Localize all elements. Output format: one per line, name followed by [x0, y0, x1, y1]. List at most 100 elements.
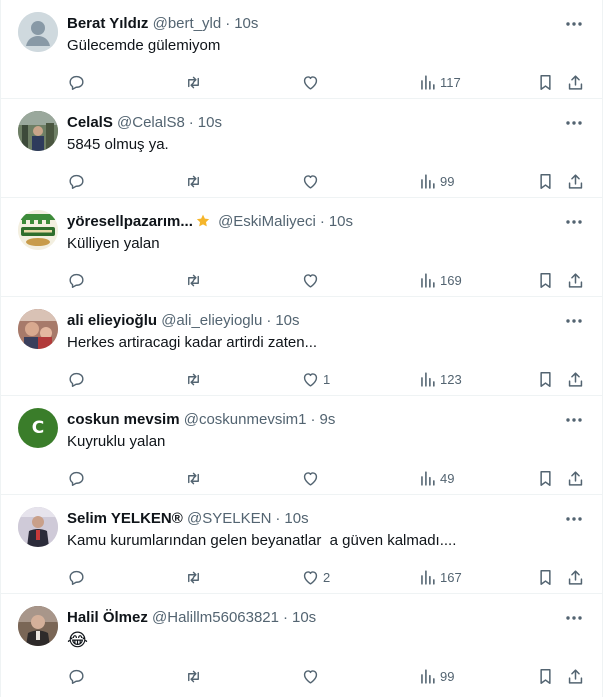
tweet-time[interactable]: 10s — [292, 609, 316, 626]
tweet-item[interactable]: CelalS @CelalS8 · 10s 5845 olmuş ya. 99 — [1, 99, 602, 198]
views-button[interactable]: 49 — [418, 466, 454, 490]
avatar[interactable] — [18, 507, 58, 547]
tweet-item[interactable]: Selim YELKEN® @SYELKEN · 10s Kamu kurumlar… — [1, 495, 602, 594]
avatar[interactable]: C — [18, 408, 58, 448]
avatar[interactable] — [18, 606, 58, 646]
bookmark-button[interactable] — [536, 70, 555, 94]
bookmark-button[interactable] — [536, 466, 555, 490]
like-button[interactable] — [301, 664, 323, 688]
views-button[interactable]: 117 — [418, 70, 461, 94]
more-icon[interactable] — [564, 115, 584, 131]
tweet-header: ali elieyioğlu @ali_elieyioglu · 10s — [67, 311, 562, 331]
reply-button[interactable] — [67, 367, 86, 391]
more-icon[interactable] — [564, 214, 584, 230]
separator-dot: · — [275, 510, 281, 527]
tweet-actions: 1 123 — [67, 367, 587, 391]
bookmark-button[interactable] — [536, 169, 555, 193]
tweet-item[interactable]: C coskun mevsim @coskunmevsim1 · 9s Kuyruk… — [1, 396, 602, 495]
author-handle[interactable]: @CelalS8 — [117, 114, 185, 131]
reply-icon — [69, 372, 84, 387]
more-icon[interactable] — [564, 412, 584, 428]
retweet-button[interactable] — [184, 70, 203, 94]
like-button[interactable]: 2 — [301, 565, 330, 589]
heart-icon — [303, 669, 318, 684]
reply-button[interactable] — [67, 70, 86, 94]
tweet-time[interactable]: 10s — [284, 510, 308, 527]
retweet-icon — [188, 76, 199, 88]
author-handle[interactable]: @bert_yld — [153, 15, 222, 32]
author-name[interactable]: yöresellpazarım... — [67, 213, 193, 230]
views-button[interactable]: 99 — [418, 169, 454, 193]
reply-button[interactable] — [67, 268, 86, 292]
author-handle[interactable]: @Halillm56063821 — [152, 609, 279, 626]
views-button[interactable]: 167 — [418, 565, 462, 589]
separator-dot: · — [283, 609, 288, 626]
reply-button[interactable] — [67, 565, 86, 589]
tweet-header: Berat Yıldız @bert_yld · 10s — [67, 14, 562, 34]
views-count: 123 — [440, 371, 462, 387]
bookmark-button[interactable] — [536, 367, 555, 391]
more-icon[interactable] — [564, 610, 584, 626]
tweet-time[interactable]: 10s — [275, 312, 299, 329]
author-handle[interactable]: @EskiMaliyeci — [218, 213, 316, 230]
more-icon[interactable] — [564, 313, 584, 329]
bookmark-button[interactable] — [536, 565, 555, 589]
share-button[interactable] — [566, 664, 585, 688]
retweet-button[interactable] — [184, 664, 203, 688]
tweet-item[interactable]: Halil Ölmez @Halillm56063821 · 10s 😂 99 — [1, 594, 602, 697]
share-button[interactable] — [566, 367, 585, 391]
tweet-time[interactable]: 10s — [198, 114, 222, 131]
more-icon[interactable] — [564, 16, 584, 32]
tweet-item[interactable]: ali elieyioğlu @ali_elieyioglu · 10s Herke… — [1, 297, 602, 396]
bookmark-icon — [540, 569, 551, 585]
reply-button[interactable] — [67, 466, 86, 490]
more-icon[interactable] — [564, 511, 584, 527]
bookmark-button[interactable] — [536, 664, 555, 688]
share-button[interactable] — [566, 565, 585, 589]
retweet-button[interactable] — [184, 268, 203, 292]
avatar-letter: C — [31, 418, 45, 438]
author-name[interactable]: Halil Ölmez — [67, 609, 148, 626]
heart-icon — [303, 471, 318, 486]
like-button[interactable] — [301, 268, 323, 292]
avatar[interactable] — [18, 12, 58, 52]
author-name[interactable]: ali elieyioğlu — [67, 312, 157, 329]
tweet-item[interactable]: Berat Yıldız @bert_yld · 10s Gülecemde gül… — [1, 0, 602, 99]
views-button[interactable]: 169 — [418, 268, 462, 292]
views-button[interactable]: 123 — [418, 367, 462, 391]
share-button[interactable] — [566, 169, 585, 193]
bookmark-button[interactable] — [536, 268, 555, 292]
author-handle[interactable]: @SYELKEN — [187, 510, 271, 527]
retweet-button[interactable] — [184, 466, 203, 490]
profile-photo-icon — [18, 507, 58, 547]
author-name[interactable]: CelalS — [67, 114, 113, 131]
author-handle[interactable]: @coskunmevsim1 — [184, 411, 307, 428]
retweet-button[interactable] — [184, 367, 203, 391]
avatar[interactable] — [18, 309, 58, 349]
share-button[interactable] — [566, 268, 585, 292]
tweet-item[interactable]: yöresellpazarım... @EskiMaliyeci · 10s Kül… — [1, 198, 602, 297]
share-button[interactable] — [566, 70, 585, 94]
share-button[interactable] — [566, 466, 585, 490]
like-button[interactable] — [301, 169, 323, 193]
author-name[interactable]: Berat Yıldız — [67, 15, 148, 32]
retweet-button[interactable] — [184, 169, 203, 193]
like-button[interactable] — [301, 466, 323, 490]
retweet-button[interactable] — [184, 565, 203, 589]
tweet-text: Kamu kurumlarından gelen beyanatlar a gü… — [67, 532, 457, 549]
like-button[interactable] — [301, 70, 323, 94]
like-button[interactable]: 1 — [301, 367, 330, 391]
reply-button[interactable] — [67, 664, 86, 688]
tweet-time[interactable]: 9s — [320, 411, 336, 428]
avatar[interactable] — [18, 210, 58, 250]
avatar[interactable] — [18, 111, 58, 151]
author-name[interactable]: Selim YELKEN® — [67, 510, 183, 527]
author-handle[interactable]: @ali_elieyioglu — [161, 312, 262, 329]
tweet-time[interactable]: 10s — [234, 15, 258, 32]
tweet-header: Halil Ölmez @Halillm56063821 · 10s — [67, 608, 562, 628]
retweet-icon — [188, 274, 199, 286]
reply-button[interactable] — [67, 169, 86, 193]
views-button[interactable]: 99 — [418, 664, 454, 688]
author-name[interactable]: coskun mevsim — [67, 411, 180, 428]
tweet-time[interactable]: 10s — [329, 213, 353, 230]
